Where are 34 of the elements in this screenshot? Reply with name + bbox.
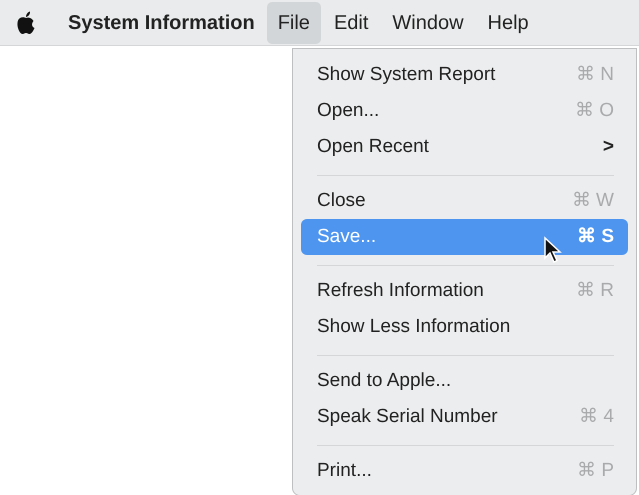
- menu-item-label: Save...: [317, 224, 376, 249]
- shortcut-label: ⌘ R: [576, 278, 614, 303]
- menu-item[interactable]: Show System Report ⌘ N: [301, 57, 628, 93]
- pointer-icon: [543, 236, 563, 264]
- shortcut-label: ⌘ W: [572, 188, 614, 213]
- menu-item[interactable]: Print... ⌘ P: [301, 453, 628, 489]
- menu-item-label: Speak Serial Number: [317, 404, 498, 429]
- menu-item[interactable]: Speak Serial Number ⌘ 4: [301, 399, 628, 435]
- menu-item[interactable]: Close ⌘ W: [301, 183, 628, 219]
- menu-bar-item[interactable]: Help: [476, 2, 540, 44]
- shortcut-label: ⌘ 4: [579, 404, 614, 429]
- menu-bar-item[interactable]: File: [266, 2, 321, 44]
- menu-item-label: Refresh Information: [317, 278, 484, 303]
- menu-item[interactable]: Show Less Information: [301, 309, 628, 345]
- menu-item[interactable]: Open... ⌘ O: [301, 93, 628, 129]
- shortcut-label: ⌘ O: [574, 98, 614, 123]
- menu-item[interactable]: Send to Apple...: [301, 363, 628, 399]
- menu-item-label: Open...: [317, 98, 380, 123]
- shortcut-label: ⌘ S: [577, 224, 614, 249]
- shortcut-label: ⌘ P: [577, 458, 614, 483]
- menu-item-label: Show Less Information: [317, 314, 510, 339]
- submenu-arrow: >: [602, 134, 614, 159]
- app-menu[interactable]: System Information: [68, 8, 255, 38]
- menu-item-label: Close: [317, 188, 366, 213]
- menu-item-label: Send to Apple...: [317, 368, 452, 393]
- menu-item-label: Print...: [317, 458, 372, 483]
- shortcut-label: ⌘ N: [576, 62, 614, 87]
- apple-logo-icon[interactable]: [16, 10, 36, 34]
- menu-item[interactable]: Open Recent >: [301, 129, 628, 165]
- menu-bar-item[interactable]: Window: [381, 2, 475, 44]
- menu-item[interactable]: Refresh Information ⌘ R: [301, 273, 628, 309]
- menu-item-label: Open Recent: [317, 134, 429, 159]
- menu-bar-item[interactable]: Edit: [322, 2, 380, 44]
- menu-item-label: Show System Report: [317, 62, 496, 87]
